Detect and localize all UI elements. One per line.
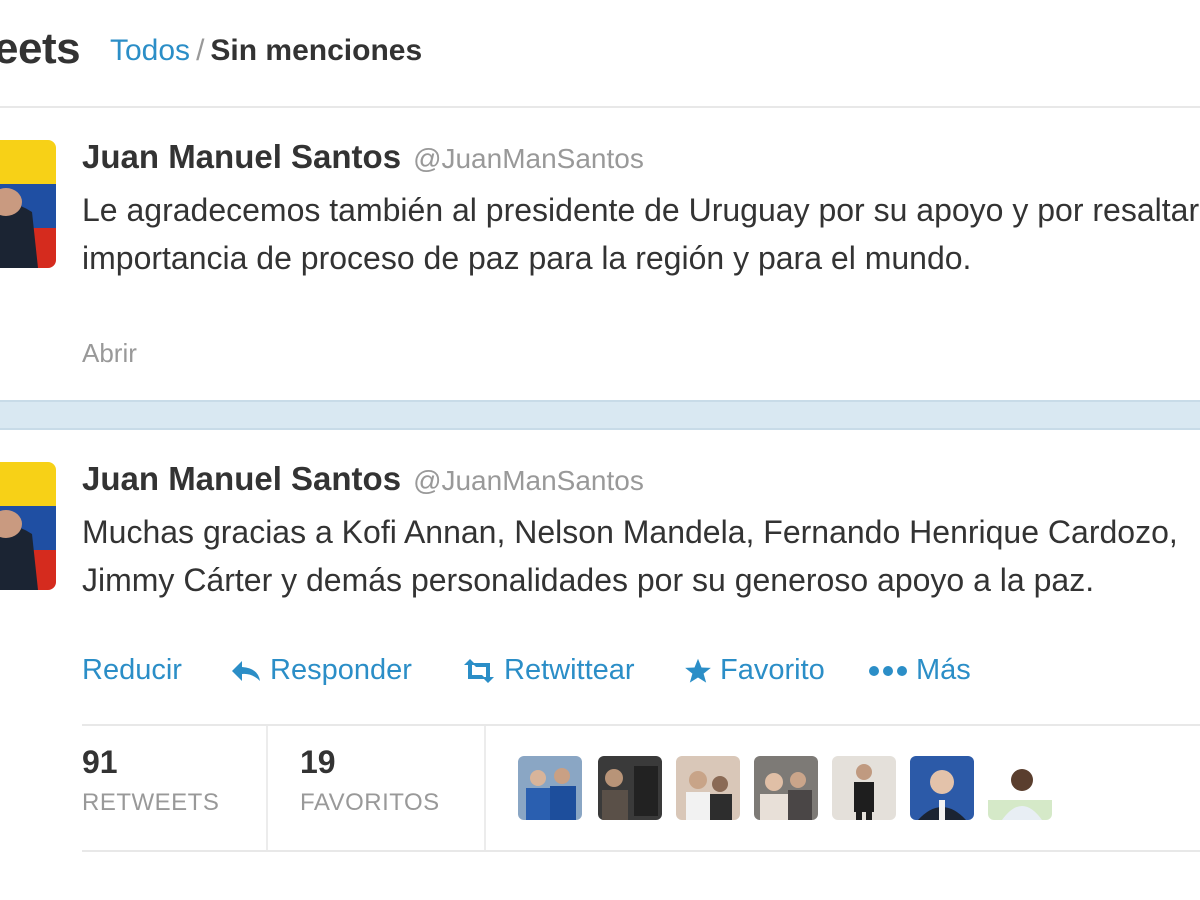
collapse-button[interactable]: Reducir bbox=[82, 654, 182, 687]
favoriter-avatar[interactable] bbox=[598, 756, 662, 820]
favorites-count: 19 bbox=[300, 744, 336, 780]
retweets-label: RETWEETS bbox=[82, 789, 220, 816]
author-name[interactable]: Juan Manuel Santos bbox=[82, 138, 401, 175]
tweet-text: Le agradecemos también al presidente de … bbox=[82, 192, 1200, 276]
retweet-icon bbox=[462, 658, 496, 683]
favorite-label: Favorito bbox=[720, 654, 825, 686]
more-label: Más bbox=[916, 654, 971, 686]
favorites-stat[interactable]: 19 FAVORITOS bbox=[300, 744, 440, 817]
more-button[interactable]: Más bbox=[868, 654, 971, 687]
retweet-label: Retwittear bbox=[504, 654, 635, 686]
reply-label: Responder bbox=[270, 654, 412, 686]
stats-divider bbox=[484, 726, 486, 850]
author-handle[interactable]: @JuanManSantos bbox=[413, 465, 644, 496]
avatar[interactable] bbox=[0, 140, 56, 268]
filter-no-mentions[interactable]: Sin menciones bbox=[210, 34, 422, 67]
collapse-label: Reducir bbox=[82, 654, 182, 686]
stats-divider bbox=[266, 726, 268, 850]
stream-header: eets Todos / Sin menciones bbox=[0, 18, 1200, 82]
expand-tweet-link[interactable]: Abrir bbox=[82, 338, 137, 369]
favoriter-avatar[interactable] bbox=[910, 756, 974, 820]
tweet-header: Juan Manuel Santos @JuanManSantos bbox=[82, 138, 644, 176]
favoriter-avatar[interactable] bbox=[518, 756, 582, 820]
avatar[interactable] bbox=[0, 462, 56, 590]
tweet-item[interactable]: Juan Manuel Santos @JuanManSantos Le agra… bbox=[0, 108, 1200, 400]
star-icon bbox=[684, 657, 712, 685]
filter-all-link[interactable]: Todos bbox=[110, 34, 190, 67]
filter-separator: / bbox=[196, 34, 205, 67]
stats-divider-bottom bbox=[82, 850, 1200, 852]
stream-filter: Todos / Sin menciones bbox=[110, 34, 422, 68]
reply-arrow-icon bbox=[230, 659, 262, 683]
stream-title: eets bbox=[0, 24, 81, 73]
author-name[interactable]: Juan Manuel Santos bbox=[82, 460, 401, 497]
favoriter-avatar[interactable] bbox=[754, 756, 818, 820]
retweet-button[interactable]: Retwittear bbox=[462, 654, 635, 687]
favorite-button[interactable]: Favorito bbox=[684, 654, 825, 687]
favoriter-avatar[interactable] bbox=[676, 756, 740, 820]
favoriter-avatar[interactable] bbox=[988, 756, 1052, 820]
stream-gap-separator bbox=[0, 400, 1200, 430]
retweets-stat[interactable]: 91 RETWEETS bbox=[82, 744, 219, 817]
favoriter-avatar[interactable] bbox=[832, 756, 896, 820]
tweet-header: Juan Manuel Santos @JuanManSantos bbox=[82, 460, 644, 498]
retweets-count: 91 bbox=[82, 744, 118, 780]
stats-divider-top bbox=[82, 724, 1200, 726]
author-handle[interactable]: @JuanManSantos bbox=[413, 143, 644, 174]
reply-button[interactable]: Responder bbox=[230, 654, 412, 687]
tweet-item[interactable]: Juan Manuel Santos @JuanManSantos Muchas … bbox=[0, 430, 1200, 900]
favorites-label: FAVORITOS bbox=[300, 789, 440, 816]
ellipsis-icon bbox=[868, 665, 908, 677]
tweet-text: Muchas gracias a Kofi Annan, Nelson Mand… bbox=[82, 514, 1178, 598]
